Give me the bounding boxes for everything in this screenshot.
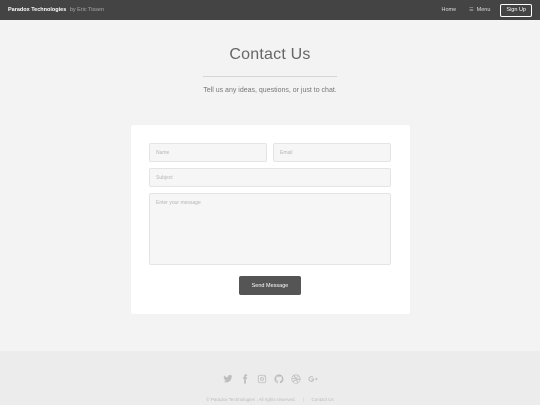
contact-form: Send Message (131, 125, 410, 314)
nav-menu-toggle[interactable]: ☰ Menu (469, 7, 490, 13)
instagram-icon[interactable] (256, 373, 267, 384)
page-subtitle: Tell us any ideas, questions, or just to… (203, 87, 337, 94)
page-title: Contact Us (229, 46, 311, 63)
social-links (0, 373, 540, 384)
facebook-icon[interactable] (239, 373, 250, 384)
footer-contact-link[interactable]: Contact Us (311, 397, 333, 402)
send-message-button[interactable]: Send Message (239, 276, 301, 295)
footer: © Paradox Technologies . All rights rese… (0, 351, 540, 405)
copyright-text: © Paradox Technologies . All rights rese… (206, 397, 296, 402)
brand-byline: by Eric Tissen (69, 7, 105, 13)
brand-name[interactable]: Paradox Technologies (8, 7, 66, 13)
footer-separator: | (303, 397, 305, 402)
title-divider (203, 76, 337, 77)
hamburger-icon: ☰ (469, 7, 474, 13)
nav-menu-label: Menu (476, 7, 491, 13)
footer-copyright-line: © Paradox Technologies . All rights rese… (0, 397, 540, 402)
message-textarea[interactable] (149, 193, 391, 265)
top-navbar: Paradox Technologies by Eric Tissen Home… (0, 0, 540, 20)
dribbble-icon[interactable] (290, 373, 301, 384)
twitter-icon[interactable] (222, 373, 233, 384)
brand-logo[interactable]: Paradox Technologies by Eric Tissen (8, 7, 104, 13)
subject-input[interactable] (149, 168, 391, 187)
nav-right: Home ☰ Menu Sign Up (442, 3, 532, 17)
signup-button[interactable]: Sign Up (500, 3, 532, 17)
github-icon[interactable] (273, 373, 284, 384)
google-plus-icon[interactable] (307, 373, 318, 384)
nav-home-link[interactable]: Home (442, 7, 457, 13)
email-input[interactable] (273, 143, 391, 162)
name-input[interactable] (149, 143, 267, 162)
